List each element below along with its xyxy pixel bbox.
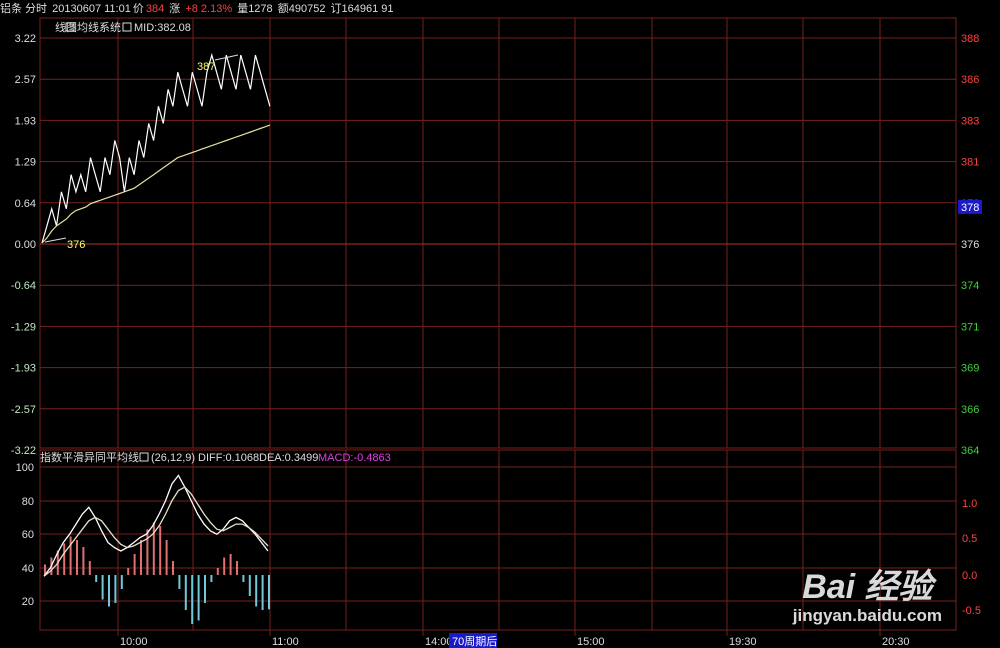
- macd-histogram-bar: [172, 561, 174, 575]
- price-tick-label: 374: [961, 280, 979, 292]
- period-badge-label: 70周期后: [452, 635, 497, 648]
- macd-histogram-bar: [101, 575, 104, 600]
- price-tick-label: 388: [961, 33, 979, 45]
- average-series-line: [41, 124, 271, 244]
- macd-params-checkbox-icon[interactable]: [139, 452, 149, 462]
- time-tick-label: 10:00: [120, 636, 148, 648]
- pct-tick-label: 1.93: [15, 115, 36, 127]
- time-tick-label: 19:30: [729, 636, 757, 648]
- main-legend: 线图 均线系统 MID:382.08: [55, 20, 191, 34]
- price-tick-label: 366: [961, 404, 979, 416]
- time-tick-label: 11:00: [272, 636, 299, 648]
- macd-histogram-bar: [159, 526, 162, 575]
- macd-histogram-bar: [178, 575, 181, 589]
- macd-histogram-bar: [255, 575, 258, 607]
- macd-histogram-bar: [268, 575, 270, 610]
- macd-dea: DEA:0.3499: [259, 452, 318, 464]
- macd-right-tick: 0.0: [962, 570, 977, 582]
- macd-right-tick: 1.0: [962, 498, 977, 510]
- pct-tick-label: 1.29: [15, 157, 36, 169]
- watermark-url: jingyan.baidu.com: [792, 606, 942, 625]
- price-tick-label: 364: [961, 445, 979, 457]
- watermark-brand: Bai 经验: [802, 568, 933, 606]
- macd-params: (26,12,9): [151, 452, 195, 464]
- macd-histogram-bar: [210, 575, 213, 582]
- pct-tick-label: -3.22: [11, 445, 36, 457]
- price-tick-label: 381: [961, 157, 979, 169]
- macd-histogram-bar: [133, 554, 136, 575]
- time-tick-label: 14:00: [425, 636, 453, 648]
- pct-tick-label: 0.64: [15, 198, 36, 210]
- macd-right-tick: -0.5: [962, 605, 981, 617]
- price-lines: [41, 52, 271, 244]
- price-tick-label: 369: [961, 363, 979, 375]
- macd-histogram-bar: [120, 575, 123, 589]
- time-tick-label: 20:30: [882, 636, 910, 648]
- macd-histogram-bar: [76, 540, 78, 575]
- macd-left-tick: 60: [22, 529, 34, 541]
- macd-histogram-bar: [204, 575, 206, 603]
- macd-histogram-bar: [191, 575, 194, 624]
- macd-histogram-bar: [146, 529, 149, 575]
- macd-histogram-bar: [236, 561, 238, 575]
- macd-histogram-bar: [184, 575, 187, 610]
- macd-histogram-bar: [95, 575, 98, 582]
- high-price-label: 387: [197, 61, 215, 73]
- macd-histogram-bar: [63, 543, 66, 575]
- price-tick-label: 386: [961, 74, 979, 86]
- macd-histogram-bar: [114, 575, 117, 603]
- pct-tick-label: -1.29: [11, 321, 36, 333]
- price-tick-label: 371: [961, 321, 979, 333]
- macd-histogram-bar: [261, 575, 264, 610]
- macd-histogram-bar: [152, 522, 155, 575]
- macd-title: 指数平滑异同平均线: [40, 450, 139, 464]
- time-axis: 10:00 11:00 14:00 15:00 19:30 20:30 70周期后: [117, 630, 910, 648]
- legend-mid-checkbox-icon[interactable]: [122, 22, 132, 32]
- macd-histogram-bar: [197, 575, 200, 621]
- baidu-watermark: Bai 经验 jingyan.baidu.com: [793, 568, 942, 626]
- legend-mid-label: MID:382.08: [134, 22, 191, 34]
- main-panel-border: [39, 17, 957, 449]
- macd-value: MACD:-0.4863: [318, 452, 391, 464]
- pct-tick-label: -1.93: [11, 363, 36, 375]
- macd-histogram-bar: [69, 536, 72, 575]
- time-tick-label: 15:00: [577, 636, 605, 648]
- pct-tick-label: 0.00: [15, 239, 36, 251]
- price-tick-label: 383: [961, 115, 979, 127]
- macd-histogram-bar: [223, 557, 226, 575]
- price-tick-label: 376: [961, 239, 979, 251]
- macd-histogram-bar: [229, 554, 232, 575]
- macd-histogram-bar: [216, 568, 219, 575]
- macd-histogram-bar: [140, 540, 142, 575]
- macd-histogram-bar: [88, 561, 91, 575]
- macd-histogram-bar: [127, 568, 130, 575]
- macd-left-tick: 100: [16, 462, 34, 474]
- macd-histogram-bar: [248, 575, 251, 596]
- macd-left-tick: 40: [22, 563, 34, 575]
- macd-diff: DIFF:0.1068: [198, 452, 259, 464]
- pct-tick-label: 2.57: [15, 74, 36, 86]
- macd-legend: 指数平滑异同平均线 (26,12,9) DIFF:0.1068 DEA:0.34…: [40, 450, 391, 464]
- pct-tick-label: -2.57: [11, 404, 36, 416]
- pct-tick-label: -0.64: [11, 280, 36, 292]
- pct-tick-label: 3.22: [15, 33, 36, 45]
- macd-histogram-bar: [82, 547, 85, 575]
- macd-histogram-bar: [165, 540, 168, 575]
- macd-right-tick: 0.5: [962, 533, 977, 545]
- low-price-label: 376: [67, 239, 85, 251]
- macd-lines: [43, 474, 270, 624]
- current-price-tag: 378: [961, 202, 979, 214]
- low-pointer-line: [44, 237, 67, 243]
- macd-histogram-bar: [242, 575, 245, 582]
- macd-left-tick: 80: [22, 496, 34, 508]
- legend-avg-label: 均线系统: [77, 20, 121, 34]
- macd-left-tick: 20: [22, 596, 34, 608]
- intraday-chart[interactable]: 线图 均线系统 MID:382.08 3.22 388 2.57 386 1.93 383…: [0, 0, 1000, 648]
- price-series-line: [41, 52, 271, 244]
- chart-grid: [39, 17, 957, 631]
- macd-histogram-bar: [108, 575, 110, 607]
